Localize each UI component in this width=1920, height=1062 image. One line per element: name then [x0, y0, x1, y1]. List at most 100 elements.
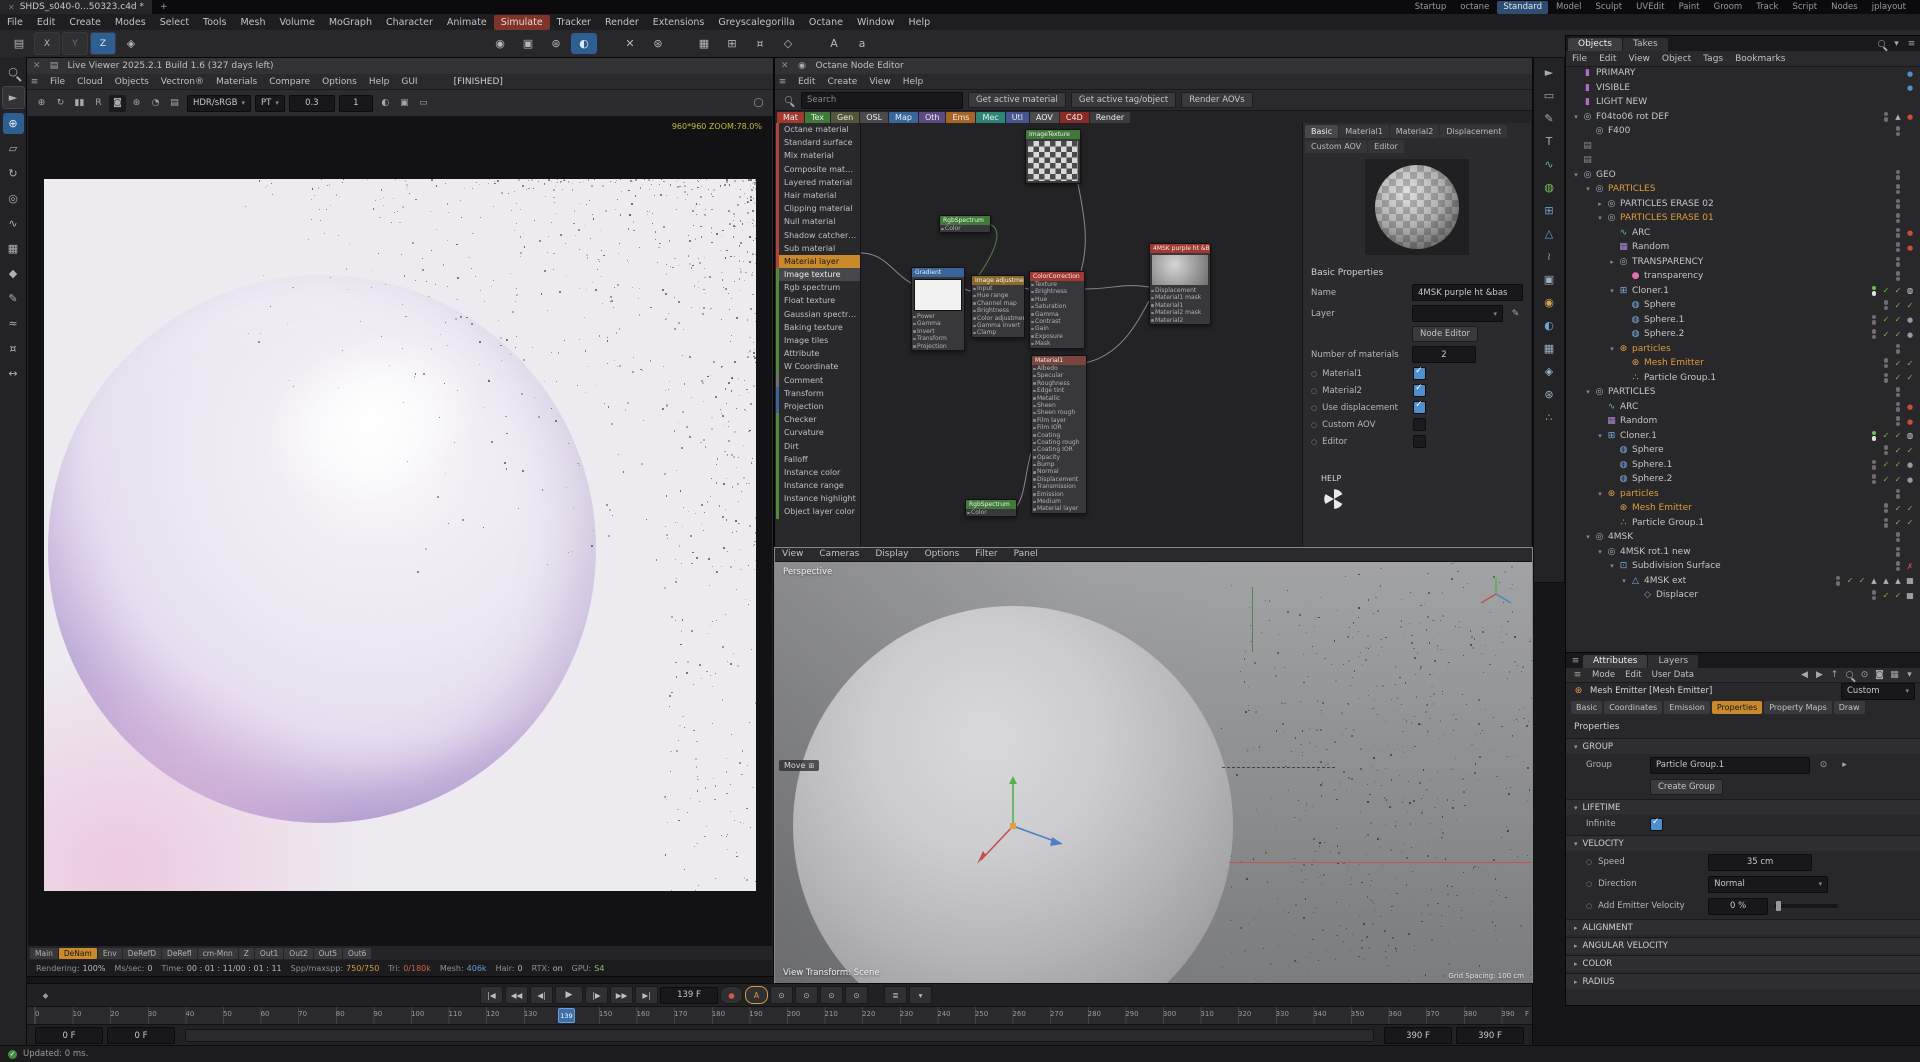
- reset-render-icon[interactable]: R: [90, 95, 107, 112]
- menu-item[interactable]: Greyscalegorilla: [711, 15, 802, 30]
- expand-toggle[interactable]: ▾: [1619, 577, 1629, 585]
- render-picture-viewer-icon[interactable]: ▣: [515, 33, 541, 54]
- menu-item[interactable]: Tools: [196, 15, 233, 30]
- node-type-item[interactable]: Transform: [776, 386, 860, 400]
- object-tag-icon[interactable]: [1857, 576, 1867, 585]
- more-icon[interactable]: ▾: [1902, 668, 1917, 683]
- tree-row[interactable]: Sphere.1: [1566, 458, 1920, 473]
- render-visibility-dot[interactable]: [1895, 407, 1900, 412]
- render-visibility-dot[interactable]: [1871, 436, 1876, 441]
- node-type-item[interactable]: Standard surface: [776, 136, 860, 150]
- object-tag-icon[interactable]: [1905, 330, 1915, 339]
- object-tag-icon[interactable]: [1869, 576, 1879, 585]
- range-track[interactable]: [185, 1029, 1374, 1042]
- editor-visibility-dot[interactable]: [1871, 314, 1876, 320]
- object-tag-icon[interactable]: [1905, 69, 1915, 78]
- editor-visibility-dot[interactable]: [1895, 416, 1900, 421]
- object-tag-icon[interactable]: [1893, 576, 1903, 585]
- node-port-row[interactable]: Gamma invert: [972, 322, 1024, 329]
- autokey-button[interactable]: A: [745, 986, 768, 1004]
- node-type-item[interactable]: Dirt: [776, 439, 860, 453]
- axis-mode-icon[interactable]: a: [849, 33, 875, 54]
- tree-row[interactable]: ▸ PARTICLES ERASE 02: [1566, 197, 1920, 212]
- vp-menu-item[interactable]: Panel: [1007, 547, 1045, 562]
- render-visibility-dot[interactable]: [1871, 465, 1876, 470]
- render-visibility-dot[interactable]: [1883, 523, 1888, 528]
- object-tag-icon[interactable]: [1893, 112, 1903, 121]
- node-port-row[interactable]: Gamma: [912, 320, 964, 327]
- material-tab[interactable]: Material2: [1389, 125, 1440, 138]
- node-port-row[interactable]: Saturation: [1030, 303, 1084, 310]
- render-pass-tab[interactable]: Out2: [284, 948, 313, 959]
- editor-visibility-dot[interactable]: [1871, 474, 1876, 479]
- node-type-item[interactable]: Shadow catcher m: [776, 228, 860, 242]
- deformer-icon[interactable]: ≀: [1538, 246, 1560, 266]
- node-port-row[interactable]: Hue: [1030, 296, 1084, 303]
- camera-label[interactable]: Perspective: [783, 567, 832, 577]
- panel-tab[interactable]: Attributes: [1583, 655, 1648, 668]
- floor-icon[interactable]: ▦: [1538, 338, 1560, 358]
- node-type-item[interactable]: Image tiles: [776, 334, 860, 348]
- tree-row[interactable]: Mesh Emitter: [1566, 501, 1920, 516]
- rectangle-select-icon[interactable]: ▭: [1538, 85, 1560, 105]
- material-tab[interactable]: Basic: [1305, 125, 1339, 138]
- kernel-select[interactable]: PT ▾: [254, 94, 285, 112]
- node-type-item[interactable]: Rgb spectrum: [776, 281, 860, 295]
- playhead[interactable]: 139: [558, 1008, 575, 1023]
- node-port-row[interactable]: Material layer: [1032, 505, 1086, 512]
- object-tag-icon[interactable]: [1905, 315, 1915, 324]
- node-port-row[interactable]: Transmission: [1032, 483, 1086, 490]
- workplane-icon[interactable]: ⊞: [719, 33, 745, 54]
- tree-row[interactable]: Particle Group.1: [1566, 371, 1920, 386]
- panel-tab[interactable]: Layers: [1648, 655, 1699, 668]
- node-port-row[interactable]: Material2 mask: [1150, 309, 1210, 316]
- speed-field[interactable]: 35 cm: [1708, 853, 1813, 871]
- preview-start-field[interactable]: 0 F: [107, 1027, 175, 1044]
- panel-tab[interactable]: Takes: [1623, 38, 1668, 51]
- editor-visibility-dot[interactable]: [1895, 343, 1900, 349]
- tree-row[interactable]: ▾ PARTICLES ERASE 01: [1566, 211, 1920, 226]
- node-port-row[interactable]: Mask: [1030, 340, 1084, 347]
- object-tag-icon[interactable]: [1893, 591, 1903, 600]
- node-port-row[interactable]: Hue range: [972, 292, 1024, 299]
- current-frame-field[interactable]: 139 F: [660, 986, 718, 1004]
- expand-toggle[interactable]: ▾: [1607, 562, 1617, 570]
- node-port-row[interactable]: Texture: [1030, 281, 1084, 288]
- om-menu-item[interactable]: Bookmarks: [1729, 52, 1791, 66]
- hamburger-icon[interactable]: ≡: [1568, 653, 1583, 668]
- select-tool-icon[interactable]: ►: [1538, 62, 1560, 82]
- render-pass-tab[interactable]: DeRefD: [122, 948, 162, 959]
- grid-icon[interactable]: ▦: [1887, 668, 1902, 683]
- viewport-canvas[interactable]: Perspective Move ⊞ View Transform: Scene …: [775, 562, 1532, 984]
- graph-node[interactable]: ColorCorrection Texture Brightness Hue Satu…: [1029, 271, 1085, 349]
- tree-row[interactable]: Sphere.2: [1566, 327, 1920, 342]
- node-type-item[interactable]: Curvature: [776, 426, 860, 440]
- object-tag-icon[interactable]: [1893, 301, 1903, 310]
- render-aovs-button[interactable]: Render AOVs: [1181, 92, 1253, 108]
- document-tab[interactable]: ✕ SHDS_s040-0...50323.c4d *: [0, 0, 152, 14]
- tree-row[interactable]: ▾ particles: [1566, 487, 1920, 502]
- editor-visibility-dot[interactable]: [1895, 546, 1900, 552]
- object-tag-icon[interactable]: [1881, 315, 1891, 324]
- search-icon[interactable]: ○: [1874, 36, 1889, 51]
- node-type-item[interactable]: Instance color: [776, 465, 860, 480]
- coord-system-icon[interactable]: ◈: [118, 33, 144, 54]
- material-icon[interactable]: ◈: [1538, 361, 1560, 381]
- render-visibility-dot[interactable]: [1895, 233, 1900, 238]
- expand-toggle[interactable]: ▾: [1595, 548, 1605, 556]
- tree-row[interactable]: Sphere: [1566, 298, 1920, 313]
- cone-primitive-icon[interactable]: △: [1538, 223, 1560, 243]
- property-checkbox[interactable]: [1413, 400, 1427, 414]
- hamburger-icon[interactable]: ≡: [27, 74, 42, 89]
- render-pass-tab[interactable]: DeNam: [58, 948, 97, 959]
- editor-visibility-dot[interactable]: [1895, 213, 1900, 218]
- cube-primitive-icon[interactable]: ⊞: [1538, 200, 1560, 220]
- menu-item[interactable]: Extensions: [646, 15, 712, 30]
- editor-visibility-dot[interactable]: [1871, 430, 1876, 436]
- object-tag-icon[interactable]: [1905, 518, 1915, 527]
- object-tag-icon[interactable]: [1905, 417, 1915, 426]
- get-active-tag-button[interactable]: Get active tag/object: [1070, 92, 1177, 108]
- node-type-item[interactable]: Layered material: [776, 175, 860, 189]
- om-menu-item[interactable]: Object: [1656, 52, 1697, 66]
- infinite-checkbox[interactable]: [1650, 817, 1663, 831]
